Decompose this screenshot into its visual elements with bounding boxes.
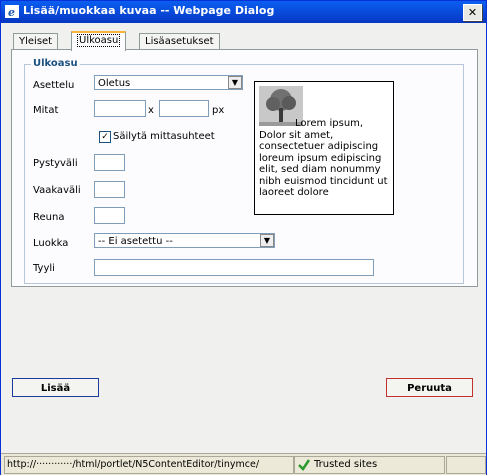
- tab-label: Ulkoasu: [77, 34, 121, 47]
- dims-separator: x: [148, 105, 154, 116]
- status-bar: http://············/html/portlet/N5Conte…: [1, 453, 486, 475]
- hspace-input[interactable]: [94, 181, 125, 198]
- cancel-button[interactable]: Peruuta: [386, 378, 473, 397]
- window-title: Lisää/muokkaa kuvaa -- Webpage Dialog: [23, 4, 275, 17]
- border-label: Reuna: [33, 212, 65, 223]
- dims-unit: px: [212, 105, 225, 116]
- keep-ratio-checkbox[interactable]: ✓: [99, 131, 111, 143]
- tab-yleiset[interactable]: Yleiset: [13, 33, 59, 49]
- align-select-value: Oletus: [98, 78, 131, 89]
- preview-text: Lorem ipsum, Dolor sit amet, consectetue…: [259, 118, 388, 198]
- align-select[interactable]: Oletus ▼: [94, 75, 243, 90]
- border-input[interactable]: [94, 207, 125, 224]
- ie-page-icon: e: [5, 5, 19, 18]
- resize-grip[interactable]: [446, 456, 486, 474]
- title-bar: e Lisää/muokkaa kuvaa -- Webpage Dialog …: [1, 1, 486, 23]
- class-select-value: -- Ei asetettu --: [98, 236, 173, 247]
- svg-text:e: e: [8, 6, 15, 18]
- align-label: Asettelu: [33, 80, 75, 91]
- vspace-input[interactable]: [94, 154, 125, 171]
- class-select[interactable]: -- Ei asetettu -- ▼: [94, 233, 275, 248]
- dialog-window: e Lisää/muokkaa kuvaa -- Webpage Dialog …: [0, 0, 487, 475]
- hspace-label: Vaakaväli: [33, 185, 81, 196]
- security-zone-label: Trusted sites: [314, 459, 378, 470]
- appearance-fieldset: [24, 64, 464, 284]
- style-input[interactable]: [94, 259, 374, 276]
- tab-lisaasetukset[interactable]: Lisäasetukset: [139, 33, 220, 49]
- chevron-down-icon[interactable]: ▼: [260, 234, 274, 247]
- width-input[interactable]: [94, 100, 146, 117]
- keep-ratio-label: Säilytä mittasuhteet: [113, 131, 215, 142]
- vspace-label: Pystyväli: [33, 158, 78, 169]
- tab-label: Lisäasetukset: [145, 36, 214, 47]
- style-label: Tyyli: [33, 263, 55, 274]
- tab-ulkoasu[interactable]: Ulkoasu: [71, 31, 127, 51]
- checkmark-icon: [298, 459, 311, 471]
- status-url: http://············/html/portlet/N5Conte…: [4, 456, 295, 474]
- insert-button[interactable]: Lisää: [12, 378, 99, 397]
- dims-label: Mitat: [33, 105, 59, 116]
- close-button[interactable]: ✕: [463, 4, 482, 21]
- class-label: Luokka: [33, 238, 69, 249]
- security-zone[interactable]: Trusted sites: [293, 456, 445, 474]
- tab-label: Yleiset: [19, 36, 53, 47]
- height-input[interactable]: [159, 100, 209, 117]
- tab-panel: Ulkoasu Asettelu Oletus ▼ Mitat x px ✓ S…: [11, 49, 478, 287]
- chevron-down-icon[interactable]: ▼: [228, 76, 242, 89]
- fieldset-legend: Ulkoasu: [31, 58, 80, 69]
- image-preview: Lorem ipsum, Dolor sit amet, consectetue…: [254, 81, 394, 215]
